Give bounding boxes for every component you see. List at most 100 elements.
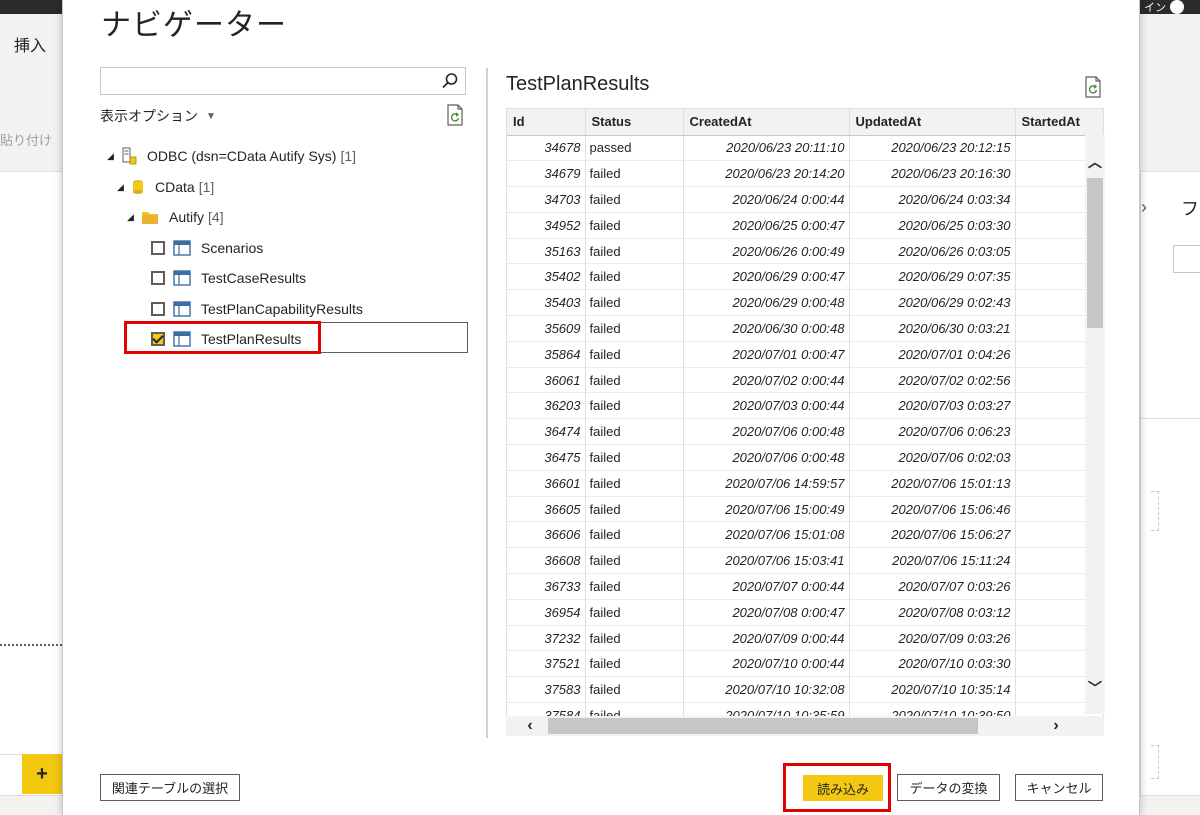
pane-splitter[interactable]	[486, 68, 488, 738]
table-row[interactable]: 36733 failed 2020/07/07 0:00:44 2020/07/07 …	[507, 573, 1103, 600]
table-cell: 2020/07/03 0:00:44	[683, 392, 850, 420]
add-page-button[interactable]: +	[22, 754, 62, 794]
tab-insert[interactable]: 挿入	[14, 32, 46, 56]
vertical-scrollbar[interactable]: ︿ ﹀	[1085, 134, 1105, 714]
table-icon	[173, 240, 191, 256]
table-cell: failed	[585, 547, 684, 575]
table-row[interactable]: 36601 failed 2020/07/06 14:59:57 2020/07/06…	[507, 470, 1103, 497]
table-cell: 36061	[507, 367, 586, 394]
column-header-createdat[interactable]: CreatedAt	[683, 109, 850, 136]
transform-data-button[interactable]: データの変換	[897, 774, 1000, 801]
table-row[interactable]: 36954 failed 2020/07/08 0:00:47 2020/07/08 …	[507, 599, 1103, 626]
table-row[interactable]: 34679 failed 2020/06/23 20:14:20 2020/06/23…	[507, 160, 1103, 188]
table-row[interactable]: 37232 failed 2020/07/09 0:00:44 2020/07/09 …	[507, 625, 1103, 652]
table-row[interactable]: 34703 failed 2020/06/24 0:00:44 2020/06/24 …	[507, 186, 1103, 213]
table-cell: 2020/07/06 15:03:41	[683, 547, 850, 575]
tree-item-testcaseresults[interactable]: TestCaseResults	[151, 265, 306, 291]
table-cell: failed	[585, 160, 684, 188]
column-header-updatedat[interactable]: UpdatedAt	[849, 109, 1016, 136]
preview-table: Id Status CreatedAt UpdatedAt StartedAt …	[507, 109, 1103, 729]
expand-triangle-icon[interactable]: ◢	[117, 182, 131, 193]
table-cell: 2020/06/25 0:03:30	[849, 212, 1016, 239]
table-cell: failed	[585, 470, 684, 497]
column-header-startedat[interactable]: StartedAt	[1015, 109, 1103, 136]
table-cell: 34952	[507, 212, 586, 239]
table-cell: 2020/07/08 0:03:12	[849, 599, 1016, 626]
table-row[interactable]: 36475 failed 2020/07/06 0:00:48 2020/07/06 …	[507, 444, 1103, 471]
table-row[interactable]: 35864 failed 2020/07/01 0:00:47 2020/07/01 …	[507, 341, 1103, 368]
page-tab[interactable]	[0, 754, 22, 794]
tree-node-cdata[interactable]: ◢ CData [1]	[117, 174, 214, 200]
table-row[interactable]: 36061 failed 2020/07/02 0:00:44 2020/07/02 …	[507, 367, 1103, 394]
table-cell: 37521	[507, 650, 586, 678]
column-header-status[interactable]: Status	[585, 109, 684, 136]
table-cell: 35403	[507, 289, 586, 317]
scroll-left-icon[interactable]: ‹	[520, 716, 540, 736]
tree-item-label: Scenarios	[201, 240, 264, 256]
table-row[interactable]: 37583 failed 2020/07/10 10:32:08 2020/07/10…	[507, 676, 1103, 704]
table-row[interactable]: 36606 failed 2020/07/06 15:01:08 2020/07/06…	[507, 521, 1103, 549]
expand-triangle-icon[interactable]: ◢	[107, 151, 121, 162]
checkbox[interactable]	[151, 241, 165, 255]
search-box[interactable]	[100, 67, 466, 95]
sign-in-area[interactable]: イン	[1138, 0, 1200, 14]
table-row[interactable]: 34952 failed 2020/06/25 0:00:47 2020/06/25 …	[507, 212, 1103, 239]
table-cell: 2020/06/29 0:07:35	[849, 263, 1016, 291]
refresh-preview-icon[interactable]	[1083, 76, 1103, 98]
table-row[interactable]: 37521 failed 2020/07/10 0:00:44 2020/07/10 …	[507, 650, 1103, 678]
tree-label: ODBC (dsn=CData Autify Sys)	[147, 148, 337, 164]
expand-triangle-icon[interactable]: ◢	[127, 212, 141, 223]
horizontal-scrollbar[interactable]: ‹ ›	[506, 716, 1104, 736]
preview-grid[interactable]: Id Status CreatedAt UpdatedAt StartedAt …	[506, 108, 1104, 736]
tree-count: [4]	[208, 209, 224, 225]
paste-button[interactable]: 貼り付け	[0, 130, 52, 149]
table-cell: 2020/06/24 0:03:34	[849, 186, 1016, 213]
filter-well[interactable]	[1151, 745, 1159, 779]
scroll-up-icon[interactable]: ︿	[1087, 154, 1103, 170]
table-row[interactable]: 36608 failed 2020/07/06 15:03:41 2020/07/06…	[507, 547, 1103, 575]
table-cell: 2020/06/23 20:14:20	[683, 160, 850, 188]
tree-node-odbc[interactable]: ◢ ODBC (dsn=CData Autify Sys) [1]	[107, 143, 356, 169]
table-row[interactable]: 36203 failed 2020/07/03 0:00:44 2020/07/03 …	[507, 392, 1103, 420]
table-cell: 2020/07/06 0:06:23	[849, 418, 1016, 446]
fields-search-input[interactable]	[1173, 245, 1200, 273]
table-row[interactable]: 35402 failed 2020/06/29 0:00:47 2020/06/29 …	[507, 263, 1103, 291]
scroll-thumb[interactable]	[1087, 178, 1103, 328]
report-canvas	[0, 173, 62, 815]
tree-node-autify[interactable]: ◢ Autify [4]	[127, 204, 224, 230]
checkbox[interactable]	[151, 271, 165, 285]
chevron-right-icon[interactable]: ›	[1141, 197, 1147, 218]
cancel-button[interactable]: キャンセル	[1015, 774, 1103, 801]
load-button[interactable]: 読み込み	[803, 775, 883, 801]
table-cell: 35402	[507, 263, 586, 291]
display-options-dropdown[interactable]: 表示オプション ▼	[100, 106, 216, 126]
scroll-right-icon[interactable]: ›	[1046, 716, 1066, 736]
refresh-icon[interactable]	[445, 104, 465, 126]
table-cell: 36203	[507, 392, 586, 420]
table-cell: failed	[585, 676, 684, 704]
display-options-label: 表示オプション	[100, 108, 198, 124]
table-cell: 34679	[507, 160, 586, 188]
table-row[interactable]: 35403 failed 2020/06/29 0:00:48 2020/06/29 …	[507, 289, 1103, 317]
table-cell: 2020/07/06 15:06:27	[849, 521, 1016, 549]
tree-item-scenarios[interactable]: Scenarios	[151, 235, 263, 261]
column-header-id[interactable]: Id	[507, 109, 586, 136]
table-row[interactable]: 35163 failed 2020/06/26 0:00:49 2020/06/26 …	[507, 238, 1103, 265]
server-icon	[121, 147, 137, 165]
table-cell: failed	[585, 315, 684, 342]
visual-well[interactable]	[1151, 491, 1159, 531]
checkbox[interactable]	[151, 302, 165, 316]
scroll-down-icon[interactable]: ﹀	[1087, 680, 1103, 696]
table-cell: failed	[585, 367, 684, 394]
table-row[interactable]: 36605 failed 2020/07/06 15:00:49 2020/07/06…	[507, 496, 1103, 523]
search-icon[interactable]	[441, 72, 459, 90]
table-header-row: Id Status CreatedAt UpdatedAt StartedAt	[507, 109, 1103, 136]
tree-item-testplancapabilityresults[interactable]: TestPlanCapabilityResults	[151, 296, 363, 322]
table-row[interactable]: 35609 failed 2020/06/30 0:00:48 2020/06/30 …	[507, 315, 1103, 342]
table-row[interactable]: 36474 failed 2020/07/06 0:00:48 2020/07/06 …	[507, 418, 1103, 446]
search-input[interactable]	[101, 68, 421, 94]
table-cell: 2020/06/23 20:16:30	[849, 160, 1016, 188]
select-related-tables-button[interactable]: 関連テーブルの選択	[100, 774, 240, 801]
scroll-thumb[interactable]	[548, 718, 978, 734]
table-row[interactable]: 34678 passed 2020/06/23 20:11:10 2020/06/23…	[507, 135, 1103, 162]
